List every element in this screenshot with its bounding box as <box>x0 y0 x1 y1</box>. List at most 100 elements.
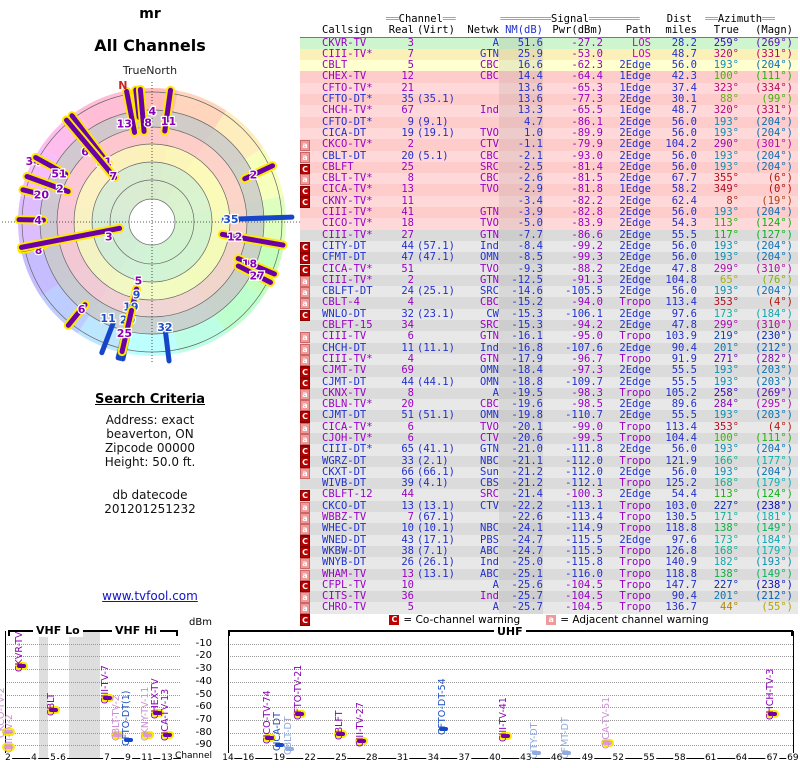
dbm-tick-label: -90 <box>195 739 212 751</box>
bar-label: CBLFT <box>333 710 345 741</box>
vhf-bracket-end <box>8 630 10 636</box>
vhf-channel-tick: 4 <box>30 753 38 763</box>
polar-channel-label: 8 <box>144 116 152 129</box>
dbm-tick-label: -40 <box>195 675 212 687</box>
warning-flags <box>300 184 320 195</box>
bar-label: CFTO-DT-54 <box>436 678 448 736</box>
signal-bar[interactable] <box>531 751 541 755</box>
adjacent-channel-text: = Adjacent channel warning <box>560 614 709 626</box>
co-channel-warning-icon: C <box>300 615 310 627</box>
warning-flags: C <box>300 410 320 423</box>
bar-label: CITY-DT <box>529 722 541 759</box>
warning-flags <box>300 230 320 241</box>
warning-flags: aC <box>300 501 320 525</box>
bar-label: CBLT <box>46 693 57 717</box>
bar-label: CICA-TV-13 <box>160 688 171 741</box>
signal-bar[interactable] <box>3 744 13 749</box>
uhf-channel-tick: 37 <box>457 753 471 763</box>
table-row[interactable]: a C CHRO-TV 5 A -25.7 -104.5 Tropo 136.7 44° (55°) <box>300 602 798 627</box>
bar-label: CHCH-TV-3 <box>765 668 777 721</box>
warning-flags: aC <box>300 331 320 356</box>
uhf-bottom-axis <box>228 758 794 759</box>
signal-bar[interactable] <box>295 711 305 716</box>
signal-bar[interactable] <box>603 741 613 745</box>
signal-bar[interactable] <box>285 747 295 752</box>
vhf-hi-label: VHF Hi <box>112 624 161 637</box>
vhf-gridline <box>5 694 180 696</box>
bar-label: CIII-TV-27 <box>354 702 366 747</box>
signal-bar[interactable] <box>3 730 13 735</box>
uhf-gridline <box>228 732 793 734</box>
table-row[interactable]: aCWNYB-DT26(26.1)Ind-25.0-115.8Tropo140.… <box>300 556 798 582</box>
polar-channel-label: 5 <box>135 274 143 287</box>
table-row[interactable]: CIII-DT* 65 (41.1) GTN -21.0 -111.8 2Edge 56.0 1… <box>300 443 798 456</box>
vhf-bracket-end <box>176 630 178 636</box>
signal-bar[interactable] <box>142 733 152 738</box>
vhf-left-border <box>5 631 6 758</box>
table-row[interactable]: aCCKCO-TV*2CTV-1.1-79.92Edge104.2290°(30… <box>300 138 798 164</box>
warning-flags: aC <box>300 523 320 548</box>
uhf-channel-tick: 28 <box>365 753 379 763</box>
signal-bar[interactable] <box>113 732 122 737</box>
table-row[interactable]: aCCIII-TV6GTN-16.1-95.0Tropo103.9219°(23… <box>300 331 798 356</box>
table-row[interactable]: a C WHEC-DT 10 (10.1) NBC -24.1 -114.9 Tropo 118.… <box>300 523 798 548</box>
table-row[interactable]: CICA-TV* 13 TVO -2.9 -81.8 1Edge 58.2 349° (0°) <box>300 184 798 196</box>
db-datecode-value: 201201251232 <box>104 502 196 516</box>
signal-bar[interactable] <box>264 735 274 740</box>
polar-channel-label: 32 <box>157 321 172 334</box>
warning-flags <box>300 105 320 116</box>
spectrum-gap-stripe <box>39 631 48 758</box>
vhf-lo-label: VHF Lo <box>33 624 83 637</box>
polar-channel-label: 11 <box>161 115 176 128</box>
uhf-channel-tick: 43 <box>519 753 533 763</box>
signal-bar[interactable] <box>152 710 162 715</box>
polar-channel-label: 7 <box>110 170 118 183</box>
signal-bar[interactable] <box>48 708 58 713</box>
report-title: mr <box>139 6 161 22</box>
uhf-channel-tick: 61 <box>703 753 718 763</box>
dbm-axis-label: dBm <box>189 617 212 628</box>
tvfool-link[interactable]: www.tvfool.com <box>102 589 198 603</box>
uhf-bracket-end <box>228 630 230 636</box>
polar-channel-label: 11 <box>100 312 115 325</box>
uhf-right-border <box>793 631 794 758</box>
warning-flags: a <box>300 467 320 479</box>
signal-bar[interactable] <box>336 732 346 737</box>
signal-bar[interactable] <box>439 727 449 732</box>
warning-flags <box>300 478 320 489</box>
signal-bar[interactable] <box>562 751 572 755</box>
warning-flags: C <box>300 241 320 253</box>
signal-bar[interactable] <box>767 712 777 717</box>
vhf-channel-tick: 7 <box>103 753 111 763</box>
signal-bar[interactable] <box>102 696 112 701</box>
signal-bar[interactable] <box>162 732 172 737</box>
uhf-bracket <box>228 630 793 632</box>
dbm-tick-label: -30 <box>195 663 212 675</box>
warning-flags: aC <box>300 591 320 616</box>
signal-bar[interactable] <box>123 738 133 743</box>
uhf-left-border <box>228 631 229 758</box>
warning-flags <box>300 60 320 71</box>
bar-label: CFTO-TV-21 <box>292 664 304 720</box>
table-row[interactable]: CICO-TV* 18 TVO -5.0 -83.9 2Edge 54.3 113° (124°… <box>300 218 798 230</box>
bar-label: CFTO-DT(1) <box>121 690 132 747</box>
report-subtitle: All Channels <box>94 36 206 55</box>
table-row[interactable]: CJMT-TV 69 OMN -18.4 -97.3 2Edge 55.5 193° (203°… <box>300 364 798 377</box>
table-row[interactable]: C CJMT-DT 51 (51.1) OMN -19.8 -110.7 2Edge 55.5 1… <box>300 410 798 423</box>
table-row[interactable]: CHCH-TV* 67 Ind 13.3 -65.5 1Edge 48.7 320° (331°… <box>300 105 798 117</box>
warning-flags: aC <box>300 433 320 457</box>
table-row[interactable]: C CFMT-DT 47 (47.1) OMN -8.5 -99.3 2Edge 56.0 193… <box>300 251 798 265</box>
bar-label: CICO-TV-74 <box>262 689 274 744</box>
warning-flags: aC <box>300 557 320 582</box>
warning-legend: C = Co-channel warning a = Adjacent chan… <box>310 614 788 626</box>
uhf-label: UHF <box>494 625 526 638</box>
signal-bar[interactable] <box>274 743 284 748</box>
polar-channel-label: 6 <box>78 303 86 316</box>
signal-bar[interactable] <box>357 738 366 743</box>
bar-label: CIII-TV-7 <box>100 665 111 705</box>
warning-flags: C <box>300 456 320 468</box>
signal-bar[interactable] <box>16 663 26 668</box>
bar-label: CKVR-TV <box>14 631 25 672</box>
uhf-channel-tick: 49 <box>580 753 595 763</box>
signal-bar[interactable] <box>500 734 510 739</box>
